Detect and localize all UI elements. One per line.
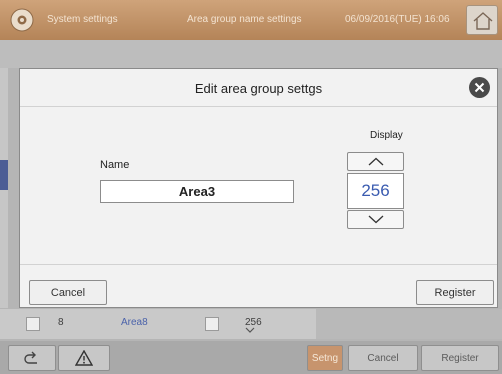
background-panel [316,309,502,339]
gear-icon[interactable] [9,7,35,33]
display-increment-button[interactable] [347,152,404,171]
chevron-down-icon [368,215,384,224]
table-row[interactable]: 8 Area8 256 [0,309,316,339]
display-decrement-button[interactable] [347,210,404,229]
name-field[interactable]: Area3 [100,180,294,203]
display-value[interactable]: 256 [347,173,404,209]
edit-area-group-dialog: Edit area group settgs Name Area3 Displa… [19,68,498,308]
close-icon [474,82,485,93]
header-divider [20,106,497,107]
dialog-title: Edit area group settgs [194,81,323,96]
background-selected-marker [0,160,8,190]
screen-title: Area group name settings [187,14,302,25]
close-button[interactable] [469,77,490,98]
back-arrow-icon [24,351,37,364]
footer-divider [20,264,497,265]
back-button[interactable] [8,345,56,371]
chevron-up-icon [368,157,384,166]
dialog-header: Edit area group settgs [20,69,497,106]
bottom-bar: Setng Cancel Register [0,341,502,374]
settings-tab-button[interactable]: Setng [307,345,343,371]
row-checkbox[interactable] [26,317,40,331]
bottom-register-button[interactable]: Register [421,345,499,371]
datetime: 06/09/2016(TUE) 16:06 [345,14,450,25]
display-label: Display [370,130,403,141]
app-title: System settings [47,14,118,25]
name-label: Name [100,159,130,171]
row-area-name: Area8 [121,317,148,328]
cancel-button[interactable]: Cancel [29,280,107,305]
warning-icon [75,350,93,366]
row-index: 8 [58,317,64,328]
home-button[interactable] [466,5,498,35]
warning-button[interactable] [58,345,110,371]
background-header [0,40,502,68]
register-button[interactable]: Register [416,280,494,305]
top-bar: System settings Area group name settings… [0,0,502,40]
row-display-checkbox[interactable] [205,317,219,331]
home-icon [473,12,493,30]
scroll-down-icon[interactable] [245,327,255,333]
bottom-cancel-button[interactable]: Cancel [348,345,418,371]
